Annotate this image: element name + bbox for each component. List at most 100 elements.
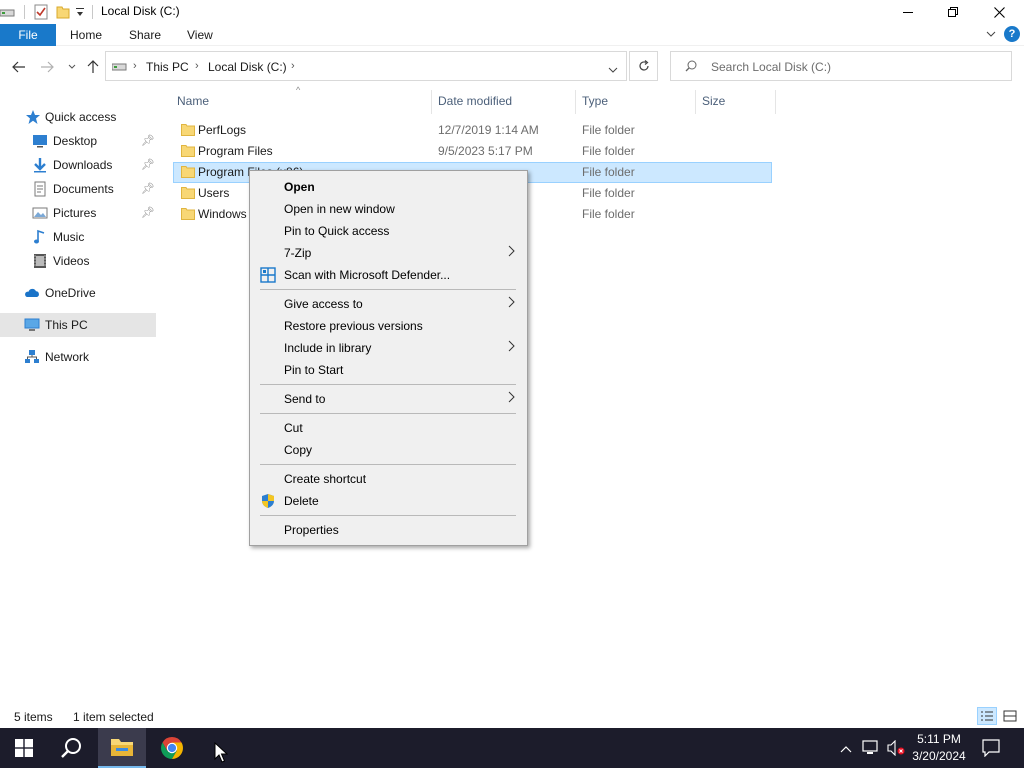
- tab-home[interactable]: Home: [70, 28, 102, 42]
- expand-ribbon-icon[interactable]: [986, 28, 996, 42]
- desktop-icon: [32, 133, 48, 149]
- column-divider[interactable]: [575, 90, 576, 114]
- tab-file[interactable]: File: [0, 24, 56, 46]
- menu-item-open-new-window[interactable]: Open in new window: [252, 198, 525, 220]
- sidebar-item-desktop[interactable]: Desktop 📌︎: [0, 129, 156, 153]
- menu-item-copy[interactable]: Copy: [252, 439, 525, 461]
- properties-icon[interactable]: [33, 4, 49, 23]
- shield-icon: [260, 493, 276, 509]
- column-divider[interactable]: [431, 90, 432, 114]
- sort-ascending-icon: ^: [296, 85, 301, 95]
- menu-item-scan-defender[interactable]: Scan with Microsoft Defender...: [252, 264, 525, 286]
- forward-button[interactable]: [38, 58, 56, 76]
- menu-item-cut[interactable]: Cut: [252, 417, 525, 439]
- column-divider[interactable]: [695, 90, 696, 114]
- close-button[interactable]: [976, 0, 1022, 24]
- menu-item-include-library[interactable]: Include in library: [252, 337, 525, 359]
- show-hidden-icons-button[interactable]: [840, 742, 852, 756]
- menu-item-7zip[interactable]: 7-Zip: [252, 242, 525, 264]
- breadcrumb-local-disk[interactable]: Local Disk (C:): [208, 60, 287, 74]
- list-item[interactable]: Program Files 9/5/2023 5:17 PM File fold…: [173, 141, 772, 162]
- refresh-button[interactable]: [629, 51, 658, 81]
- music-icon: [32, 229, 48, 245]
- address-history-dropdown[interactable]: [608, 63, 618, 77]
- column-header-date[interactable]: Date modified: [438, 94, 512, 108]
- minimize-button[interactable]: [885, 0, 931, 24]
- new-folder-icon[interactable]: [56, 4, 70, 23]
- nav-quick-access[interactable]: Quick access: [0, 105, 156, 129]
- clock-date: 3/20/2024: [912, 749, 966, 763]
- menu-separator: [260, 413, 516, 414]
- network-tray-icon[interactable]: [862, 740, 880, 759]
- search-icon: [61, 738, 81, 758]
- folder-icon: [181, 186, 195, 199]
- menu-separator: [260, 384, 516, 385]
- submenu-arrow-icon: [508, 391, 515, 406]
- documents-icon: [32, 181, 48, 197]
- menu-item-pin-start[interactable]: Pin to Start: [252, 359, 525, 381]
- sidebar-item-music[interactable]: Music: [0, 225, 156, 249]
- up-arrow-icon: [87, 60, 99, 73]
- breadcrumb-this-pc[interactable]: This PC: [146, 60, 189, 74]
- customize-toolbar-icon[interactable]: [75, 5, 85, 22]
- sidebar-item-downloads[interactable]: Downloads 📌︎: [0, 153, 156, 177]
- folder-icon: [181, 144, 195, 157]
- tab-view[interactable]: View: [187, 28, 213, 42]
- volume-muted-icon[interactable]: [886, 739, 906, 759]
- pin-icon: 📌︎: [141, 135, 155, 147]
- start-button[interactable]: [0, 728, 48, 768]
- help-icon[interactable]: ?: [1004, 26, 1020, 42]
- address-bar[interactable]: › This PC › Local Disk (C:) ›: [105, 51, 627, 81]
- menu-item-delete[interactable]: Delete: [252, 490, 525, 512]
- network-icon: [24, 349, 40, 365]
- menu-item-open[interactable]: Open: [252, 176, 525, 198]
- sidebar-item-onedrive[interactable]: OneDrive: [0, 281, 156, 305]
- cloud-icon: [24, 285, 40, 301]
- chevron-up-icon: [840, 746, 852, 753]
- menu-item-send-to[interactable]: Send to: [252, 388, 525, 410]
- ribbon: File Home Share View ?: [0, 24, 1024, 46]
- chrome-taskbar-button[interactable]: [148, 728, 196, 768]
- drive-icon: [111, 60, 128, 77]
- recent-locations-button[interactable]: [63, 58, 81, 76]
- taskbar: 5:11 PM 3/20/2024: [0, 728, 1024, 768]
- taskbar-clock[interactable]: 5:11 PM 3/20/2024: [908, 731, 970, 765]
- column-header-name[interactable]: Name: [177, 94, 209, 108]
- sidebar-item-documents[interactable]: Documents 📌︎: [0, 177, 156, 201]
- menu-item-pin-quick-access[interactable]: Pin to Quick access: [252, 220, 525, 242]
- sidebar-item-videos[interactable]: Videos: [0, 249, 156, 273]
- breadcrumb-separator[interactable]: ›: [133, 60, 137, 72]
- menu-item-properties[interactable]: Properties: [252, 519, 525, 541]
- drive-icon[interactable]: [0, 4, 16, 23]
- column-header-type[interactable]: Type: [582, 94, 608, 108]
- pin-icon: 📌︎: [141, 159, 155, 171]
- menu-item-give-access[interactable]: Give access to: [252, 293, 525, 315]
- notification-icon: [982, 739, 1000, 758]
- sidebar-item-this-pc[interactable]: This PC: [0, 313, 156, 337]
- up-button[interactable]: [84, 58, 102, 76]
- action-center-button[interactable]: [982, 739, 1000, 760]
- list-item[interactable]: PerfLogs 12/7/2019 1:14 AM File folder: [173, 120, 772, 141]
- details-view-button[interactable]: [977, 707, 997, 725]
- breadcrumb-separator[interactable]: ›: [291, 60, 295, 72]
- pictures-icon: [32, 205, 48, 221]
- column-header-size[interactable]: Size: [702, 94, 725, 108]
- submenu-arrow-icon: [508, 296, 515, 311]
- back-button[interactable]: [10, 58, 28, 76]
- file-explorer-taskbar-button[interactable]: [98, 728, 146, 768]
- sidebar-item-pictures[interactable]: Pictures 📌︎: [0, 201, 156, 225]
- breadcrumb-separator[interactable]: ›: [195, 60, 199, 72]
- column-divider[interactable]: [775, 90, 776, 114]
- search-box[interactable]: Search Local Disk (C:): [670, 51, 1012, 81]
- search-button[interactable]: [48, 728, 96, 768]
- tab-share[interactable]: Share: [129, 28, 161, 42]
- mouse-cursor-icon: [214, 741, 229, 767]
- menu-item-restore-versions[interactable]: Restore previous versions: [252, 315, 525, 337]
- restore-icon: [948, 7, 958, 17]
- menu-item-create-shortcut[interactable]: Create shortcut: [252, 468, 525, 490]
- large-icons-view-button[interactable]: [1000, 707, 1020, 725]
- context-menu: Open Open in new window Pin to Quick acc…: [249, 170, 528, 546]
- restore-button[interactable]: [930, 0, 976, 24]
- sidebar-item-network[interactable]: Network: [0, 345, 156, 369]
- search-input[interactable]: Search Local Disk (C:): [711, 60, 831, 74]
